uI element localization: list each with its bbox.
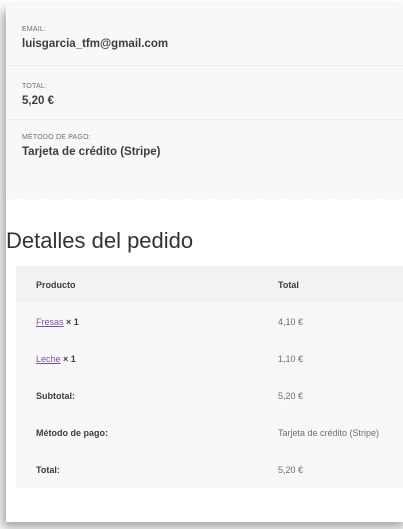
order-details-table: Producto Total Fresas × 1 4,10 € Leche ×… — [16, 266, 403, 488]
subtotal-label: Subtotal: — [36, 390, 75, 401]
payment-overview-item: MÉTODO DE PAGO: Tarjeta de crédito (Stri… — [22, 134, 160, 158]
product-link-leche[interactable]: Leche — [36, 354, 61, 364]
total-row-value: 5,20 € — [278, 464, 304, 475]
product-cell: Leche × 1 — [36, 354, 76, 364]
table-row: Fresas × 1 4,10 € — [16, 303, 403, 340]
overview-divider — [6, 119, 403, 120]
product-quantity: × 1 — [66, 316, 79, 327]
order-overview: EMAIL: luisgarcia_tfm@gmail.com TOTAL: 5… — [6, 4, 403, 199]
email-value: luisgarcia_tfm@gmail.com — [22, 38, 169, 50]
email-label: EMAIL: — [22, 26, 47, 33]
payment-method-row-value: Tarjeta de crédito (Stripe) — [278, 427, 380, 438]
payment-method-value: Tarjeta de crédito (Stripe) — [22, 146, 161, 158]
overview-divider — [6, 65, 403, 66]
total-row: Total: 5,20 € — [16, 451, 403, 488]
total-label: TOTAL: — [22, 83, 48, 90]
product-column-header: Producto — [36, 279, 76, 290]
payment-method-row: Método de pago: Tarjeta de crédito (Stri… — [16, 414, 403, 451]
payment-method-row-label: Método de pago: — [36, 427, 108, 438]
table-row: Leche × 1 1,10 € — [16, 340, 403, 377]
zigzag-edge — [6, 191, 403, 201]
product-quantity: × 1 — [63, 353, 76, 364]
total-overview-item: TOTAL: 5,20 € — [22, 83, 54, 107]
product-link-fresas[interactable]: Fresas — [36, 317, 64, 327]
product-cell: Fresas × 1 — [36, 317, 79, 327]
subtotal-value: 5,20 € — [278, 390, 304, 401]
total-value: 5,20 € — [22, 95, 54, 107]
payment-method-label: MÉTODO DE PAGO: — [22, 134, 91, 141]
email-overview-item: EMAIL: luisgarcia_tfm@gmail.com — [22, 26, 168, 50]
subtotal-row: Subtotal: 5,20 € — [16, 377, 403, 414]
line-total: 4,10 € — [278, 316, 304, 327]
total-column-header: Total — [278, 279, 299, 290]
order-details-title: Detalles del pedido — [6, 228, 194, 253]
line-total: 1,10 € — [278, 353, 304, 364]
total-row-label: Total: — [36, 464, 60, 475]
table-header-row: Producto Total — [16, 266, 403, 303]
